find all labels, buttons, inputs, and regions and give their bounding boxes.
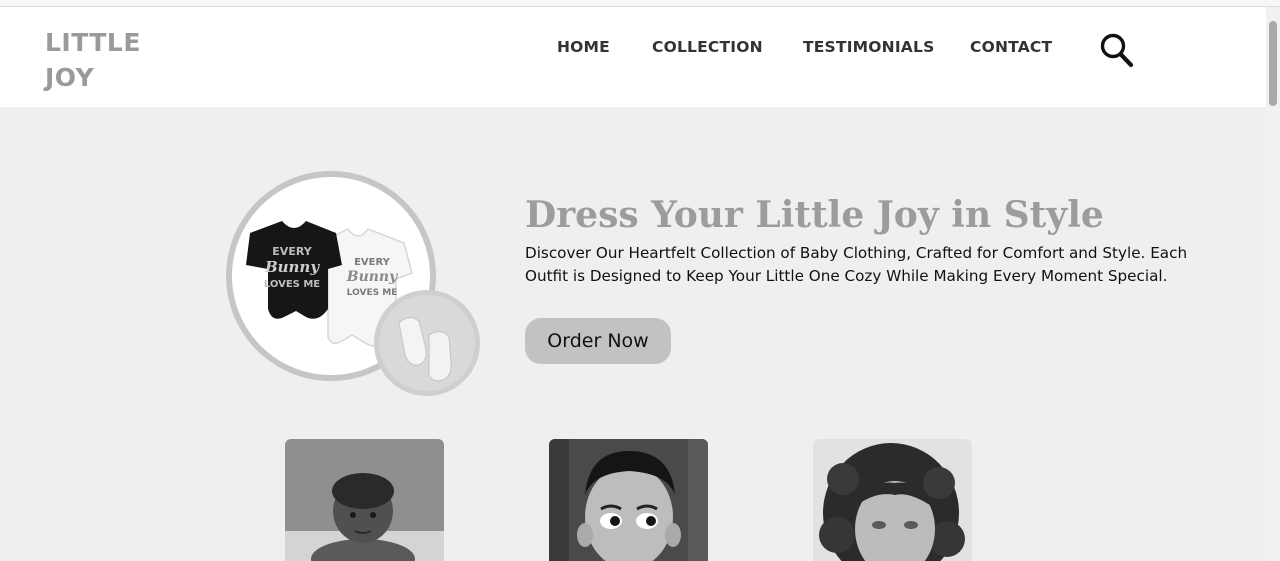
logo-line-1: LITTLE: [45, 28, 141, 57]
logo-line-2: JOY: [45, 63, 95, 92]
nav-home[interactable]: HOME: [557, 38, 610, 56]
page: LITTLE JOY HOME COLLECTION TESTIMONIALS …: [0, 0, 1280, 561]
nav-collection[interactable]: COLLECTION: [652, 38, 763, 56]
scrollbar-thumb[interactable]: [1269, 21, 1277, 106]
scrollbar[interactable]: [1266, 7, 1280, 561]
white-onesie-print-2: Bunny: [346, 269, 398, 285]
girl-photo: [813, 439, 972, 561]
boy-photo: [549, 439, 708, 561]
black-onesie-print-3: LOVES ME: [264, 279, 320, 290]
logo[interactable]: LITTLE JOY: [45, 25, 141, 95]
socks-image-frame: [374, 290, 480, 396]
product-card-boy[interactable]: [549, 439, 708, 561]
white-onesie-print-1: EVERY: [354, 257, 391, 268]
nav-contact[interactable]: CONTACT: [970, 38, 1052, 56]
hero-title: Dress Your Little Joy in Style: [525, 194, 1104, 236]
browser-top-edge: [0, 0, 1280, 7]
product-card-baby[interactable]: [285, 439, 444, 561]
search-icon[interactable]: [1098, 32, 1138, 72]
hero-description: Discover Our Heartfelt Collection of Bab…: [525, 244, 1188, 285]
socks-image: [379, 295, 475, 391]
baby-photo: [285, 439, 444, 561]
black-onesie-print-1: EVERY: [272, 245, 312, 258]
black-onesie-print-2: Bunny: [264, 258, 320, 276]
nav-testimonials[interactable]: TESTIMONIALS: [803, 38, 934, 56]
product-card-girl[interactable]: [813, 439, 972, 561]
site-header: LITTLE JOY HOME COLLECTION TESTIMONIALS …: [0, 7, 1266, 107]
order-now-button[interactable]: Order Now: [525, 318, 671, 364]
white-onesie-print-3: LOVES ME: [347, 288, 398, 298]
